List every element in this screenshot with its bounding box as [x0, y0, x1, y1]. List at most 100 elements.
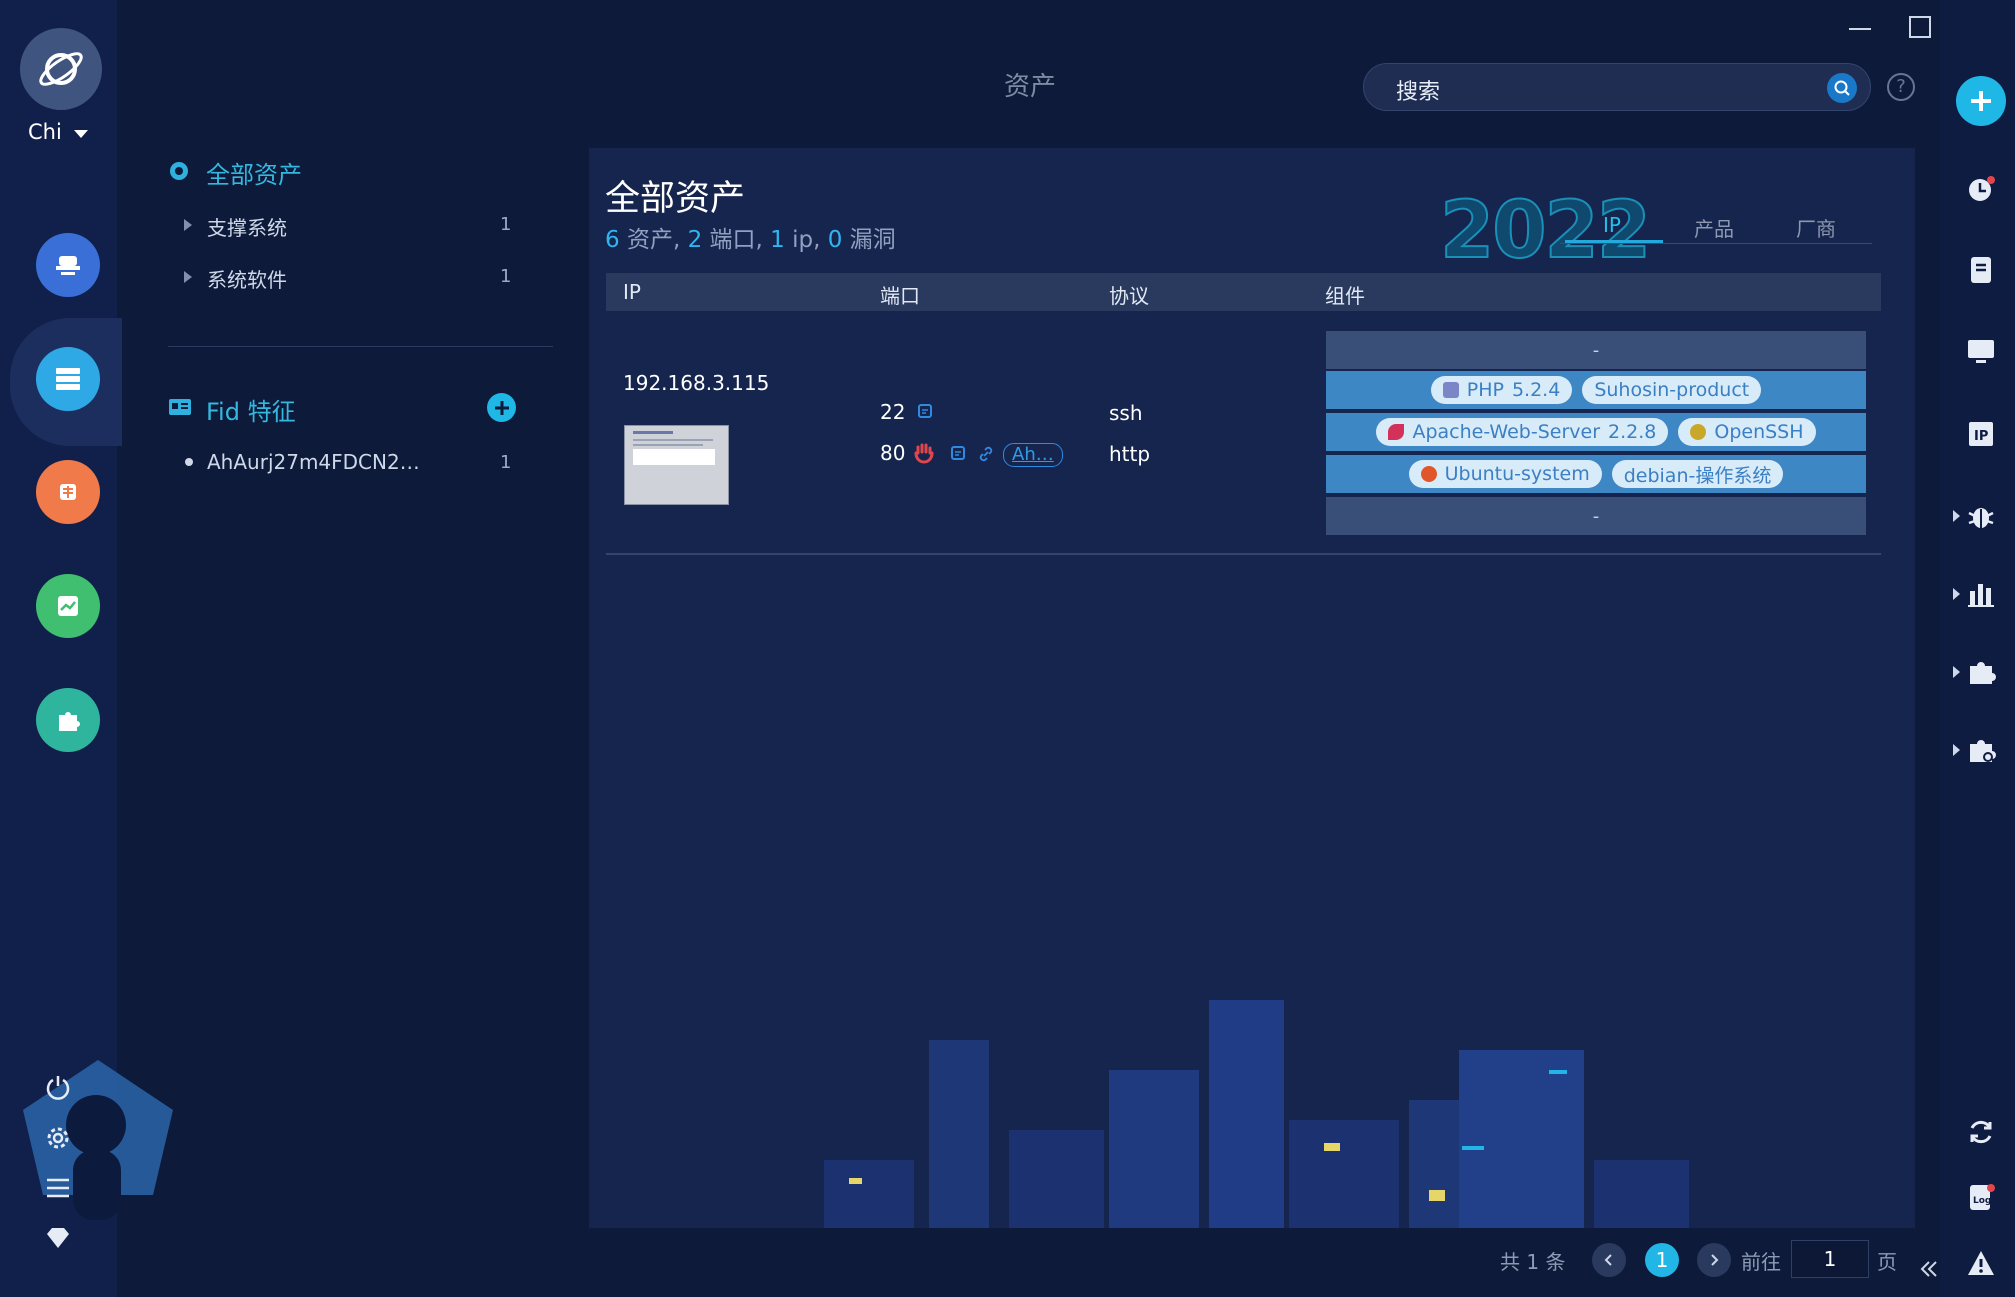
fid-item[interactable]: AhAurj27m4FDCN2…	[207, 450, 420, 474]
report-icon[interactable]	[1959, 248, 2003, 292]
component-version: 2.2.8	[1608, 421, 1657, 443]
log-icon[interactable]: Log	[1959, 1175, 2003, 1219]
card-title: 全部资产	[605, 179, 746, 219]
column-header-port[interactable]: 端口	[880, 280, 920, 309]
plugin-nav-icon[interactable]	[36, 688, 100, 752]
link-icon[interactable]	[977, 445, 995, 463]
expand-caret-icon[interactable]	[184, 219, 192, 231]
asset-stats: 6 资产, 2 端口, 1 ip, 0 漏洞	[605, 220, 896, 254]
monitor-icon[interactable]	[1959, 330, 2003, 374]
tree-divider	[168, 346, 553, 347]
city-background	[589, 860, 1915, 1228]
add-fid-button[interactable]	[487, 393, 516, 422]
component-row-empty: -	[1326, 331, 1866, 369]
ip-icon[interactable]: IP	[1959, 412, 2003, 456]
refresh-icon[interactable]	[1959, 1110, 2003, 1154]
puzzle-settings-icon[interactable]	[1959, 728, 2003, 772]
tab-ip[interactable]: IP	[1603, 213, 1621, 237]
maximize-icon[interactable]	[1898, 10, 1942, 44]
scan-detail-icon[interactable]	[917, 403, 935, 421]
component-chip-php[interactable]: PHP 5.2.4	[1430, 376, 1573, 404]
column-header-ip[interactable]: IP	[623, 280, 641, 304]
tab-vendor[interactable]: 厂商	[1796, 213, 1836, 242]
fid-item-count: 1	[500, 452, 512, 473]
component-chip-ubuntu[interactable]: Ubuntu-system	[1408, 460, 1602, 488]
tree-item-support-system[interactable]: 支撑系统	[207, 212, 287, 241]
expand-caret-icon[interactable]	[184, 271, 192, 283]
menu-icon[interactable]	[38, 1168, 78, 1208]
settings-icon[interactable]	[38, 1118, 78, 1158]
component-name: Ubuntu-system	[1444, 463, 1590, 485]
hat-nav-icon[interactable]	[36, 233, 100, 297]
asset-ip[interactable]: 192.168.3.115	[623, 371, 769, 395]
column-header-component[interactable]: 组件	[1325, 280, 1365, 309]
add-task-button[interactable]	[1956, 76, 2006, 126]
tree-item-count: 1	[500, 266, 512, 287]
component-version: 5.2.4	[1511, 379, 1561, 401]
diamond-icon[interactable]	[38, 1218, 78, 1258]
row-divider	[606, 553, 1881, 555]
component-name: OpenSSH	[1714, 421, 1804, 443]
fid-tag-link[interactable]: Ah…	[1003, 443, 1063, 467]
stat-ips-label: ip,	[784, 227, 828, 253]
fid-feature-header[interactable]: Fid 特征	[206, 392, 296, 427]
tab-bar-line	[1560, 243, 1872, 244]
user-name[interactable]: Chi	[28, 120, 62, 144]
all-assets-icon	[170, 162, 188, 180]
help-icon[interactable]: ?	[1887, 73, 1915, 101]
power-icon[interactable]	[38, 1067, 78, 1107]
ubuntu-icon	[1420, 466, 1437, 482]
puzzle-icon[interactable]	[1959, 650, 2003, 694]
search-input[interactable]: 搜索	[1396, 74, 1440, 106]
component-row: PHP 5.2.4 Suhosin-product	[1326, 371, 1866, 409]
component-name: Apache-Web-Server	[1412, 421, 1601, 443]
next-page-button[interactable]	[1697, 1243, 1731, 1277]
collapse-panel-icon[interactable]	[1918, 1258, 1940, 1280]
fid-feature-icon	[169, 399, 191, 415]
plus-icon	[494, 400, 509, 415]
stat-ports-label: 端口,	[702, 227, 771, 253]
column-header-protocol[interactable]: 协议	[1109, 280, 1149, 309]
page-title: 资产	[1004, 72, 1057, 102]
plus-icon	[1971, 91, 1991, 111]
component-row: Ubuntu-system debian-操作系统	[1326, 455, 1866, 493]
component-chip-openssh[interactable]: OpenSSH	[1678, 418, 1816, 446]
web-screenshot-thumbnail[interactable]	[624, 425, 729, 505]
history-clock-icon[interactable]	[1959, 167, 2003, 211]
tab-active-underline	[1565, 240, 1663, 243]
tree-root-all-assets[interactable]: 全部资产	[206, 155, 302, 190]
page-unit-label: 页	[1877, 1250, 1897, 1274]
port-number[interactable]: 80	[880, 441, 905, 465]
scan-detail-icon[interactable]	[950, 445, 968, 463]
stat-vulns-label: 漏洞	[842, 227, 896, 253]
component-chip-debian[interactable]: debian-操作系统	[1611, 460, 1784, 488]
stat-assets-count: 6	[605, 227, 620, 253]
app-logo-icon[interactable]	[20, 28, 102, 110]
tree-item-count: 1	[500, 214, 512, 235]
port-number[interactable]: 22	[880, 400, 905, 424]
bar-chart-icon[interactable]	[1959, 572, 2003, 616]
goto-page-input[interactable]: 1	[1791, 1240, 1869, 1278]
pagination-total: 共 1 条	[1500, 1250, 1566, 1274]
search-icon[interactable]	[1827, 73, 1857, 103]
warning-icon[interactable]	[1959, 1241, 2003, 1285]
bullet-icon	[185, 458, 193, 466]
current-page[interactable]: 1	[1645, 1243, 1679, 1277]
component-name: PHP	[1466, 379, 1504, 401]
component-chip-suhosin[interactable]: Suhosin-product	[1582, 376, 1762, 404]
minimize-icon[interactable]	[1838, 10, 1882, 44]
component-chip-apache[interactable]: Apache-Web-Server 2.2.8	[1376, 418, 1669, 446]
bug-icon[interactable]	[1959, 494, 2003, 538]
assets-nav-icon[interactable]	[36, 347, 100, 411]
prev-page-button[interactable]	[1592, 1243, 1626, 1277]
bug-nav-icon[interactable]	[36, 460, 100, 524]
apache-feather-icon	[1388, 424, 1405, 440]
chevron-down-icon[interactable]	[74, 130, 88, 138]
goto-label: 前往	[1741, 1250, 1781, 1274]
honeypot-hand-icon[interactable]	[912, 441, 936, 465]
chart-nav-icon[interactable]	[36, 574, 100, 638]
tab-product[interactable]: 产品	[1694, 213, 1734, 242]
component-name: debian-操作系统	[1623, 464, 1772, 487]
stat-assets-label: 资产,	[619, 227, 688, 253]
tree-item-system-software[interactable]: 系统软件	[207, 264, 287, 293]
